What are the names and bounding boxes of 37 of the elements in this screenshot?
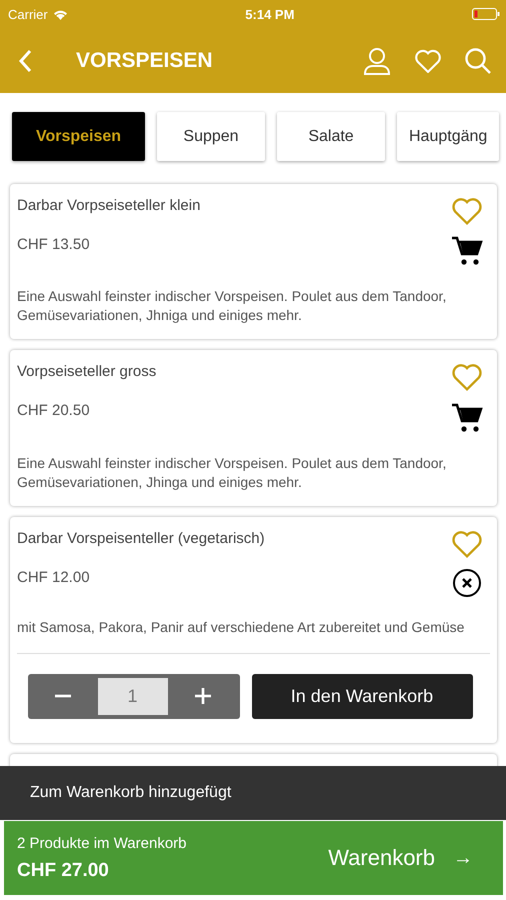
page-title: VORSPEISEN (76, 48, 214, 72)
minus-icon (54, 694, 72, 698)
product-name: Vorpseiseteller gross (17, 363, 156, 380)
battery-icon (472, 8, 500, 20)
product-price: CHF 20.50 (17, 402, 91, 420)
cart-bar[interactable]: 2 Produkte im Warenkorb CHF 27.00 Warenkorb → (4, 821, 503, 895)
category-tab[interactable]: Hauptgäng (397, 112, 500, 161)
snackbar-message: Zum Warenkorb hinzugefügt (30, 784, 232, 802)
product-description: Eine Auswahl feinster indischer Vorspeisen. Poulet aus dem Tandoor, Gemüsevariationen, Jhinga und einiges mehr. (17, 454, 448, 492)
cart-total: CHF 27.00 (17, 860, 110, 882)
wifi-icon (52, 8, 68, 20)
product-name: Darbar Vorpseiseteller klein (17, 197, 200, 214)
cart-button-label: Warenkorb (328, 845, 435, 871)
arrow-icon: → (453, 846, 473, 870)
cart-icon[interactable] (451, 235, 483, 268)
product-description: Eine Auswahl feinster indischer Vorspeisen. Poulet aus dem Tandoor, Gemüsevariationen, Jhniga und einiges mehr. (17, 287, 448, 326)
back-icon[interactable] (18, 48, 32, 72)
category-tab[interactable]: Vorspeisen (12, 112, 145, 161)
category-tab[interactable]: Salate (277, 112, 385, 161)
product-price: CHF 12.00 (17, 568, 91, 586)
product-name: Darbar Vorspeisenteller (vegetarisch) (17, 530, 265, 547)
cart-count: 2 Produkte im Warenkorb (17, 834, 187, 852)
plus-icon (194, 687, 212, 706)
category-tab[interactable]: Suppen (157, 112, 265, 161)
favorite-icon[interactable] (451, 528, 483, 558)
search-icon[interactable] (464, 46, 492, 74)
close-icon[interactable] (452, 568, 482, 598)
product-description: mit Samosa, Pakora, Panir auf verschiedene Art zubereitet und Gemüse (17, 618, 466, 637)
favorite-icon[interactable] (451, 196, 483, 226)
add-to-cart-button[interactable]: In den Warenkorb (252, 674, 472, 719)
cart-icon[interactable] (451, 402, 483, 434)
clock-time: 5:14 PM (245, 6, 294, 22)
product-price: CHF 13.50 (17, 236, 91, 253)
favorites-icon[interactable] (414, 48, 442, 74)
favorite-icon[interactable] (451, 362, 483, 392)
profile-icon[interactable] (362, 46, 392, 76)
carrier-label: Carrier (8, 6, 48, 22)
